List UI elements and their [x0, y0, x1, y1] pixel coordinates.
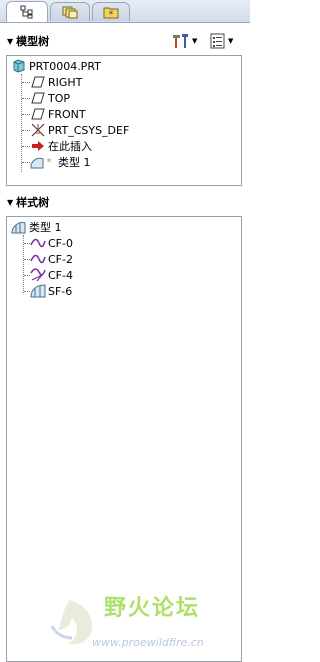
- navigator-tab-bar: *: [0, 0, 250, 23]
- insert-here-arrow-icon: [30, 138, 46, 154]
- part-icon: [11, 58, 27, 74]
- style-tree-title: 样式树: [16, 196, 50, 209]
- svg-text:*: *: [109, 10, 114, 19]
- style-tree-root-label: 类型 1: [29, 221, 62, 234]
- tree-item-right[interactable]: RIGHT: [30, 74, 82, 90]
- tree-connector: [22, 146, 30, 147]
- tree-item-top[interactable]: TOP: [30, 90, 70, 106]
- svg-text:*: *: [47, 157, 52, 168]
- tree-item-label: FRONT: [48, 107, 86, 121]
- settings-tools-icon: [173, 34, 188, 48]
- tree-settings-button[interactable]: ▼: [172, 33, 197, 49]
- tree-item-label: TOP: [48, 91, 71, 105]
- style-tree-header[interactable]: ▼ 样式树: [0, 192, 250, 212]
- style-item-cf-2[interactable]: CF-2: [30, 251, 73, 267]
- model-tree-panel: PRT0004.PRT RIGHT TOP FRONT PRT_CSYS_DEF: [6, 55, 242, 186]
- tree-connector: [22, 162, 30, 163]
- tree-connector: [22, 114, 30, 115]
- watermark-text: 野火论坛: [104, 596, 201, 621]
- style-tree-root[interactable]: 类型 1: [11, 219, 62, 235]
- tree-root-part[interactable]: PRT0004.PRT: [11, 58, 101, 74]
- tree-item-label: 类型 1: [58, 156, 91, 169]
- tree-root-label: PRT0004.PRT: [29, 59, 101, 73]
- tree-item-style[interactable]: * 类型 1: [30, 154, 91, 170]
- chevron-down-icon: ▼: [228, 37, 234, 45]
- tree-connector: [22, 82, 30, 83]
- curve-icon: [30, 251, 46, 267]
- style-item-label: CF-4: [48, 268, 73, 282]
- style-feature-icon: *: [30, 154, 56, 170]
- datum-plane-icon: [30, 90, 46, 106]
- model-tree-title: 模型树: [16, 35, 50, 48]
- datum-plane-icon: [30, 74, 46, 90]
- tree-item-label: RIGHT: [48, 75, 83, 89]
- curve-icon: [30, 235, 46, 251]
- surface-icon: [30, 283, 46, 299]
- show-options-button[interactable]: ▼: [210, 33, 233, 49]
- watermark-url: www.proewildfire.cn: [92, 636, 204, 649]
- tree-item-label: 在此插入: [48, 140, 92, 153]
- collapse-arrow-icon[interactable]: ▼: [7, 37, 13, 46]
- tree-item-label: PRT_CSYS_DEF: [48, 123, 130, 137]
- tree-item-csys[interactable]: PRT_CSYS_DEF: [30, 122, 129, 138]
- style-item-label: CF-2: [48, 252, 73, 266]
- list-options-icon: [210, 33, 225, 49]
- tree-connector: [21, 74, 22, 172]
- chevron-down-icon: ▼: [192, 37, 198, 45]
- tree-connector: [22, 130, 30, 131]
- style-item-label: SF-6: [48, 284, 73, 298]
- style-item-label: CF-0: [48, 236, 73, 250]
- style-item-sf-6[interactable]: SF-6: [30, 283, 72, 299]
- collapse-arrow-icon[interactable]: ▼: [7, 198, 13, 207]
- favorites-tab[interactable]: *: [92, 2, 130, 21]
- style-feature-icon: [11, 219, 27, 235]
- style-item-cf-4[interactable]: CF-4: [30, 267, 73, 283]
- datum-plane-icon: [30, 106, 46, 122]
- model-tree-tab[interactable]: [6, 1, 48, 22]
- tree-item-front[interactable]: FRONT: [30, 106, 86, 122]
- tree-item-insert-here[interactable]: 在此插入: [30, 138, 92, 154]
- folder-browser-tab-icon: [62, 6, 78, 19]
- curve-icon: [30, 267, 46, 283]
- favorites-tab-icon: *: [103, 7, 119, 19]
- tree-connector: [22, 98, 30, 99]
- model-tree-tab-icon: [20, 5, 33, 19]
- watermark-logo-icon: [50, 600, 93, 645]
- style-item-cf-0[interactable]: CF-0: [30, 235, 73, 251]
- coordinate-system-icon: [30, 122, 46, 138]
- folder-browser-tab[interactable]: [50, 2, 90, 21]
